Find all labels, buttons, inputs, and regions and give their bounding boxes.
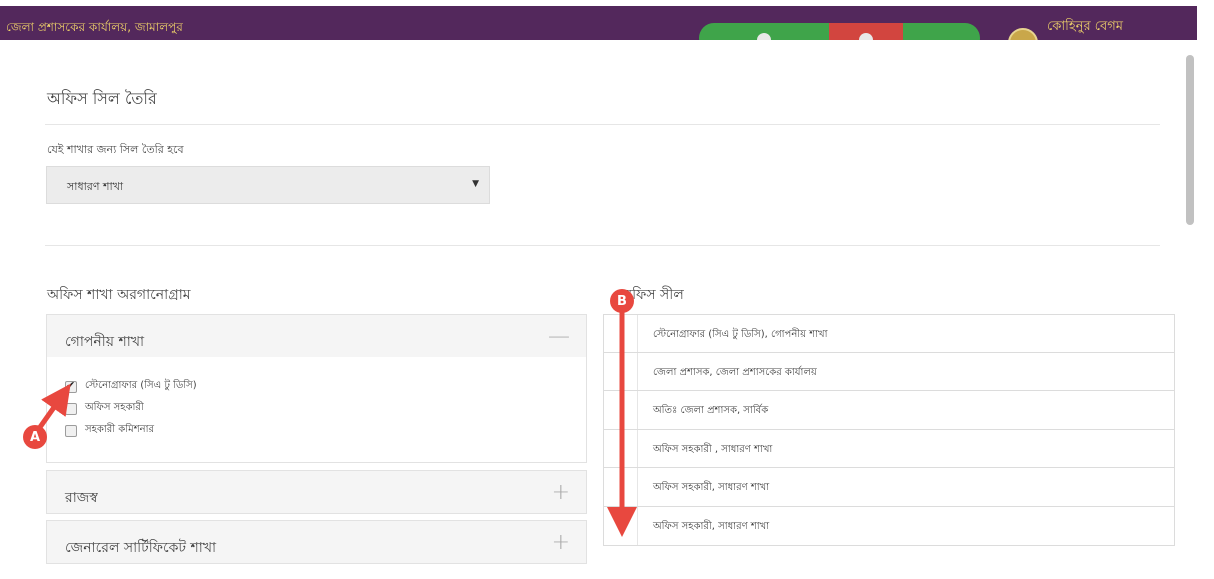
accordion-body: স্টেনোগ্রাফার (সিএ টু ডিসি) অফিস সহকারী … bbox=[46, 357, 587, 463]
branch-select-value: সাধারণ শাখা bbox=[67, 180, 124, 193]
option-label: অফিস সহকারী bbox=[85, 402, 144, 413]
top-bar: জেলা প্রশাসকের কার্যালয়, জামালপুর কোহিন… bbox=[0, 6, 1197, 40]
seal-row[interactable]: জেলা প্রশাসক, জেলা প্রশাসকের কার্যালয় bbox=[603, 352, 1175, 392]
toggle-red[interactable] bbox=[829, 23, 903, 40]
checkbox[interactable] bbox=[65, 402, 77, 415]
annotation-marker-a: A bbox=[23, 425, 47, 449]
seal-table: স্টেনোগ্রাফার (সিএ টু ডিসি), গোপনীয় শাখ… bbox=[603, 314, 1175, 546]
divider bbox=[45, 124, 1160, 125]
seal-row-text: অফিস সহকারী, সাধারণ শাখা bbox=[653, 482, 770, 494]
seal-row[interactable]: অফিস সহকারী, সাধারণ শাখা bbox=[603, 468, 1175, 507]
seal-row-text: স্টেনোগ্রাফার (সিএ টু ডিসি), গোপনীয় শাখ… bbox=[653, 329, 828, 340]
accordion-confidential[interactable]: গোপনীয় শাখা — bbox=[46, 314, 587, 358]
branch-label: যেই শাখার জন্য সিল তৈরি হবে bbox=[47, 143, 184, 156]
checkbox-checked[interactable] bbox=[65, 379, 77, 393]
accordion-general-certificate[interactable]: জেনারেল সার্টিফিকেট শাখা + bbox=[46, 520, 587, 564]
office-name: জেলা প্রশাসকের কার্যালয়, জামালপুর bbox=[6, 20, 183, 34]
seal-row[interactable]: অফিস সহকারী , সাধারণ শাখা bbox=[603, 429, 1175, 469]
avatar[interactable] bbox=[1008, 28, 1038, 40]
accordion-title: রাজস্ব bbox=[65, 490, 98, 506]
status-toggle-group[interactable] bbox=[699, 23, 980, 40]
accordion-revenue[interactable]: রাজস্ব + bbox=[46, 470, 587, 514]
caret-down-icon: ▼ bbox=[472, 179, 479, 189]
page-title: অফিস সিল তৈরি bbox=[47, 89, 157, 108]
divider bbox=[45, 245, 1160, 246]
toggle-knob-icon bbox=[757, 33, 771, 40]
option-label: সহকারী কমিশনার bbox=[85, 424, 154, 435]
seal-row-text: জেলা প্রশাসক, জেলা প্রশাসকের কার্যালয় bbox=[653, 366, 817, 378]
toggle-green-2[interactable] bbox=[903, 23, 980, 40]
scrollbar[interactable] bbox=[1186, 55, 1194, 225]
option-label: স্টেনোগ্রাফার (সিএ টু ডিসি) bbox=[85, 380, 197, 391]
expand-icon[interactable]: + bbox=[552, 480, 570, 505]
checkbox[interactable] bbox=[65, 424, 77, 437]
seal-row-text: অফিস সহকারী , সাধারণ শাখা bbox=[653, 443, 773, 455]
seal-row[interactable]: স্টেনোগ্রাফার (সিএ টু ডিসি), গোপনীয় শাখ… bbox=[603, 314, 1175, 353]
seal-row-text: অতিঃ জেলা প্রশাসক, সার্বিক bbox=[653, 405, 769, 417]
user-name[interactable]: কোহিনুর বেগম bbox=[1047, 17, 1123, 38]
seal-row[interactable]: অফিস সহকারী, সাধারণ শাখা bbox=[603, 506, 1175, 546]
accordion-title: গোপনীয় শাখা bbox=[65, 334, 145, 350]
option-stenographer[interactable]: স্টেনোগ্রাফার (সিএ টু ডিসি) bbox=[65, 378, 197, 395]
organogram-title: অফিস শাখা অরগানোগ্রাম bbox=[47, 287, 191, 303]
toggle-green-1[interactable] bbox=[699, 23, 829, 40]
annotation-marker-b: B bbox=[610, 289, 634, 313]
collapse-icon[interactable]: — bbox=[548, 324, 570, 349]
option-assistant-commissioner[interactable]: সহকারী কমিশনার bbox=[65, 422, 154, 439]
seal-row[interactable]: অতিঃ জেলা প্রশাসক, সার্বিক bbox=[603, 391, 1175, 430]
expand-icon[interactable]: + bbox=[552, 530, 570, 555]
branch-select[interactable]: সাধারণ শাখা ▼ bbox=[46, 166, 490, 204]
accordion-title: জেনারেল সার্টিফিকেট শাখা bbox=[65, 540, 217, 556]
toggle-knob-icon bbox=[859, 33, 873, 40]
option-office-assistant[interactable]: অফিস সহকারী bbox=[65, 400, 144, 417]
seal-row-text: অফিস সহকারী, সাধারণ শাখা bbox=[653, 520, 770, 532]
